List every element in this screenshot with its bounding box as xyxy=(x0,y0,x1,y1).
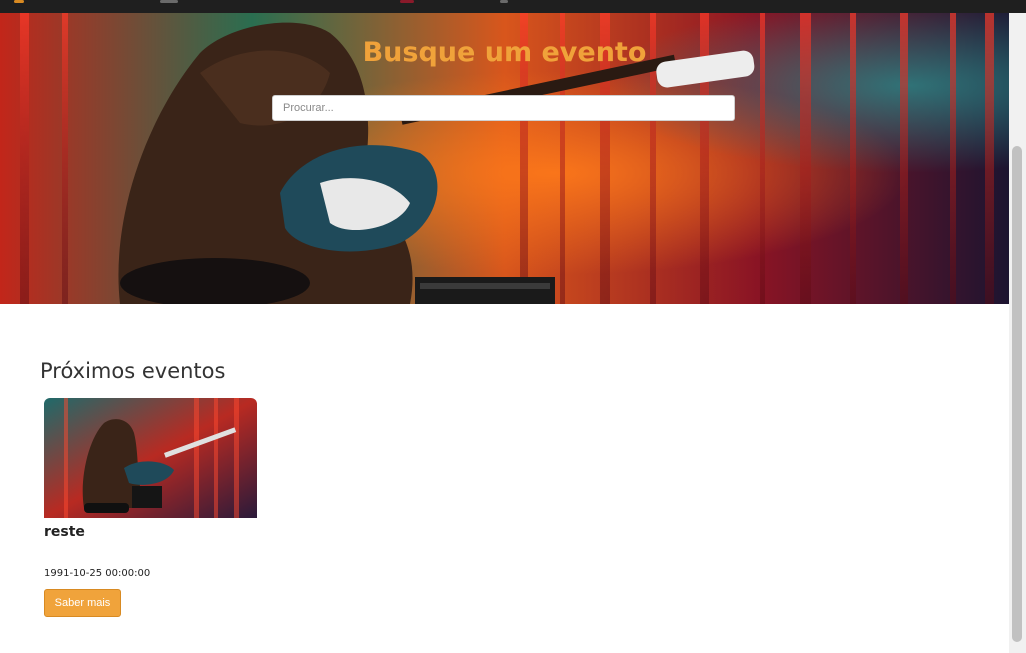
search-input[interactable] xyxy=(272,95,735,121)
event-date: 1991-10-25 00:00:00 xyxy=(44,568,151,579)
hero-title: Busque um evento xyxy=(362,37,647,68)
scrollbar-thumb[interactable] xyxy=(1012,146,1022,642)
hero-banner: Busque um evento xyxy=(0,13,1009,304)
upcoming-events-title: Próximos eventos xyxy=(40,359,226,383)
browser-top-bar xyxy=(0,0,1026,13)
saber-mais-button[interactable]: Saber mais xyxy=(44,589,121,617)
page-viewport: Busque um evento Próximos eventos xyxy=(0,13,1009,653)
event-card: reste 1991-10-25 00:00:00 Saber mais xyxy=(44,398,257,617)
event-title: reste xyxy=(44,524,85,540)
event-image-graphic xyxy=(44,398,257,518)
event-card-image xyxy=(44,398,257,518)
